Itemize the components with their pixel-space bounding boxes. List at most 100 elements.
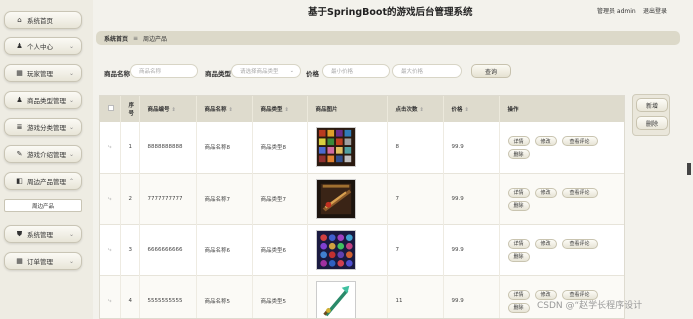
- cell-type: 商品类型5: [252, 275, 308, 318]
- sidebar-item-system[interactable]: ⛊ 系统管理 ⌄: [4, 225, 82, 243]
- col-clicks[interactable]: 点击次数 ⇕: [387, 96, 444, 122]
- sidebar-item-label: 商品类型管理: [27, 97, 66, 105]
- cell-name: 商品名称6: [196, 224, 253, 275]
- cell-name: 商品名称8: [196, 122, 253, 173]
- sidebar-item-home[interactable]: ⌂ 系统首页: [4, 11, 82, 29]
- max-price-input[interactable]: 最大价格: [392, 64, 462, 78]
- price-label: 价格: [306, 70, 319, 78]
- max-price-placeholder: 最大价格: [401, 69, 424, 75]
- sidebar-item-label: 个人中心: [27, 43, 53, 51]
- search-button[interactable]: 查询: [471, 64, 511, 78]
- row-checkbox[interactable]: ⤷: [100, 275, 121, 318]
- table-row: ⤷ 3 6666666666 商品名称6 商品类型6 7 99.9 详情 修改 …: [100, 224, 624, 275]
- edit-button[interactable]: 修改: [534, 136, 557, 146]
- row-checkbox[interactable]: ⤷: [100, 122, 121, 173]
- user-icon: ♟: [16, 96, 23, 104]
- row-delete-button[interactable]: 删除: [507, 251, 530, 262]
- min-price-placeholder: 最小价格: [331, 69, 354, 75]
- product-image[interactable]: [315, 229, 356, 270]
- chevron-down-icon: ⌄: [68, 96, 74, 104]
- grid-icon: ▦: [16, 257, 23, 265]
- row-delete-button[interactable]: 删除: [507, 200, 530, 211]
- chevron-down-icon: ⌄: [68, 123, 74, 131]
- cell-index: 4: [120, 275, 140, 318]
- top-header: 基于SpringBoot的游戏后台管理系统 管理员 admin 退出登录: [93, 0, 693, 20]
- app-title: 基于SpringBoot的游戏后台管理系统: [308, 7, 473, 18]
- grid-icon: ▦: [16, 69, 23, 77]
- table-row: ⤷ 4 5555555555 商品名称5 商品类型5 11 99.9 详情 修改…: [100, 275, 624, 319]
- chevron-down-icon: ⌄: [68, 230, 74, 238]
- logout-link[interactable]: 退出登录: [643, 6, 667, 15]
- product-image[interactable]: [315, 127, 356, 168]
- product-image[interactable]: [315, 178, 356, 219]
- dropdown-arrow-icon: ⌄: [289, 68, 294, 74]
- cell-index: 2: [120, 173, 140, 224]
- detail-button[interactable]: 详情: [507, 238, 530, 249]
- breadcrumb-current: 周边产品: [143, 35, 168, 43]
- product-name-placeholder: 商品名称: [139, 69, 162, 75]
- sidebar: ⌂ 系统首页 ♟ 个人中心 ⌄ ▦ 玩家管理 ⌄ ♟ 商品类型管理 ⌄ ≣ 游戏…: [0, 0, 93, 319]
- sidebar-item-orders[interactable]: ▦ 订单管理 ⌄: [4, 252, 82, 270]
- view-comments-button[interactable]: 查看评论: [561, 136, 598, 146]
- paint-icon: ✎: [16, 150, 23, 158]
- select-all-checkbox[interactable]: [100, 96, 121, 122]
- row-checkbox[interactable]: ⤷: [100, 173, 121, 224]
- cell-price: 99.9: [443, 224, 500, 275]
- cell-index: 1: [120, 122, 140, 173]
- detail-button[interactable]: 详情: [507, 136, 530, 146]
- sidebar-item-merchandise[interactable]: ◧ 周边产品管理 ⌃: [4, 172, 82, 190]
- edit-button[interactable]: 修改: [534, 187, 557, 198]
- list-icon: ≣: [16, 123, 23, 131]
- view-comments-button[interactable]: 查看评论: [561, 238, 598, 249]
- col-type[interactable]: 商品类型 ⇕: [252, 96, 308, 122]
- sidebar-item-profile[interactable]: ♟ 个人中心 ⌄: [4, 37, 82, 55]
- row-delete-button[interactable]: 删除: [507, 302, 530, 313]
- min-price-input[interactable]: 最小价格: [322, 64, 390, 78]
- sidebar-item-players[interactable]: ▦ 玩家管理 ⌄: [4, 64, 82, 82]
- cell-price: 99.9: [443, 275, 500, 318]
- sidebar-item-product-types[interactable]: ♟ 商品类型管理 ⌄: [4, 91, 82, 109]
- breadcrumb-home[interactable]: 系统首页: [104, 34, 128, 43]
- col-code[interactable]: 商品编号 ⇕: [139, 96, 197, 122]
- scrollbar-thumb[interactable]: [687, 163, 691, 175]
- sort-icon: ⇕: [419, 107, 424, 113]
- cell-code: 8888888888: [139, 122, 197, 173]
- view-comments-button[interactable]: 查看评论: [561, 187, 598, 198]
- sidebar-item-game-intro[interactable]: ✎ 游戏介绍管理 ⌄: [4, 145, 82, 163]
- table-row: ⤷ 2 7777777777 商品名称7 商品类型7 7 99.9 详情 修改 …: [100, 173, 624, 224]
- col-price[interactable]: 价格 ⇕: [443, 96, 500, 122]
- breadcrumb: 系统首页 ≡ 周边产品: [96, 31, 680, 45]
- product-image[interactable]: [315, 280, 356, 319]
- row-delete-button[interactable]: 删除: [507, 149, 530, 159]
- cell-clicks: 8: [387, 122, 444, 173]
- detail-button[interactable]: 详情: [507, 289, 530, 300]
- delete-button[interactable]: 删除: [636, 116, 668, 130]
- product-type-select[interactable]: 请选择商品类型 ⌄: [231, 64, 301, 78]
- edit-button[interactable]: 修改: [534, 238, 557, 249]
- add-button[interactable]: 新增: [636, 98, 668, 112]
- cell-code: 6666666666: [139, 224, 197, 275]
- table-header-row: 序号 商品编号 ⇕ 商品名称 ⇕ 商品类型 ⇕ 商品图片 点击次数 ⇕ 价格 ⇕ 操作: [100, 96, 624, 122]
- action-panel: 新增 删除: [632, 94, 670, 136]
- cell-clicks: 7: [387, 173, 444, 224]
- sidebar-subitem-merchandise[interactable]: 周边产品: [4, 199, 82, 212]
- table-row: ⤷ 1 8888888888 商品名称8 商品类型8 8 99.9 详情 修改 …: [100, 122, 624, 173]
- col-name[interactable]: 商品名称 ⇕: [196, 96, 253, 122]
- detail-button[interactable]: 详情: [507, 187, 530, 198]
- chevron-down-icon: ⌄: [68, 150, 74, 158]
- sidebar-item-label: 系统管理: [27, 231, 53, 239]
- sidebar-item-game-categories[interactable]: ≣ 游戏分类管理 ⌄: [4, 118, 82, 136]
- cell-clicks: 11: [387, 275, 444, 318]
- cell-name: 商品名称5: [196, 275, 253, 318]
- sidebar-item-label: 订单管理: [27, 258, 53, 266]
- product-table: 序号 商品编号 ⇕ 商品名称 ⇕ 商品类型 ⇕ 商品图片 点击次数 ⇕ 价格 ⇕ 操作 ⤷…: [99, 95, 625, 319]
- cell-price: 99.9: [443, 173, 500, 224]
- cell-index: 3: [120, 224, 140, 275]
- product-name-input[interactable]: 商品名称: [130, 64, 198, 78]
- sort-icon: ⇕: [171, 107, 176, 113]
- cube-icon: ◧: [16, 177, 23, 185]
- row-checkbox[interactable]: ⤷: [100, 224, 121, 275]
- cell-type: 商品类型7: [252, 173, 308, 224]
- col-name-label: 商品名称: [204, 107, 227, 113]
- chevron-down-icon: ⌄: [68, 257, 74, 265]
